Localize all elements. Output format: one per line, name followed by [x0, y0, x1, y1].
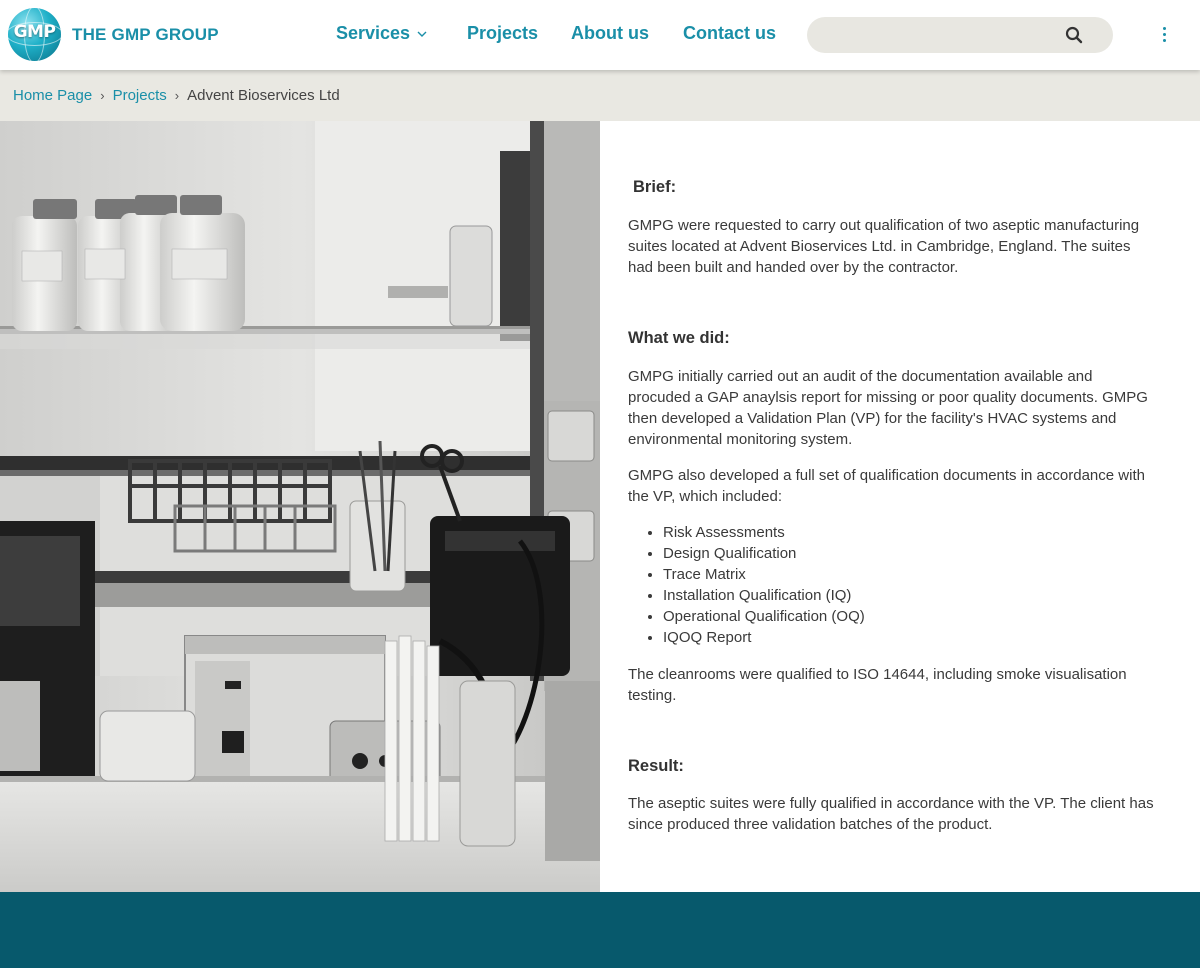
search-input[interactable] — [823, 17, 1063, 53]
chevron-right-icon: › — [174, 88, 180, 103]
list-item: Trace Matrix — [663, 564, 1163, 585]
breadcrumb-current: Advent Bioservices Ltd — [187, 87, 340, 104]
list-item: IQOQ Report — [663, 627, 1163, 648]
result-text: The aseptic suites were fully qualified … — [628, 795, 1154, 833]
result-heading: Result: — [628, 757, 684, 775]
nav-services[interactable]: Services — [336, 23, 428, 44]
breadcrumb-home[interactable]: Home Page — [13, 87, 92, 104]
list-item: Design Qualification — [663, 543, 1163, 564]
brand-name: THE GMP GROUP — [72, 24, 219, 44]
what-we-did-text-3: The cleanrooms were qualified to ISO 146… — [628, 666, 1127, 704]
home-logo-link[interactable]: GMP THE GMP GROUP — [8, 8, 219, 61]
list-item: Operational Qualification (OQ) — [663, 606, 1163, 627]
what-we-did-text-1: GMPG initially carried out an audit of t… — [628, 368, 1148, 448]
nav-projects[interactable]: Projects — [467, 23, 538, 44]
nav-about[interactable]: About us — [571, 23, 649, 44]
chevron-right-icon: › — [100, 88, 105, 103]
what-we-did-heading: What we did: — [628, 329, 730, 347]
breadcrumb-projects[interactable]: Projects — [113, 87, 167, 104]
site-header: GMP THE GMP GROUP Services Projects Abou… — [0, 0, 1200, 70]
search-box — [807, 17, 1113, 53]
what-we-did-text-2: GMPG also developed a full set of qualif… — [628, 467, 1145, 505]
list-item: Risk Assessments — [663, 522, 1163, 543]
laboratory-photo-image — [0, 121, 600, 892]
deliverables-list: Risk Assessments Design Qualification Tr… — [663, 522, 1163, 648]
project-photo — [0, 121, 600, 892]
brief-heading: Brief: — [633, 178, 677, 196]
vertical-dots-icon[interactable] — [1156, 24, 1172, 46]
chevron-down-icon — [417, 31, 427, 37]
nav-services-label: Services — [336, 23, 411, 43]
logo-mark-text: GMP — [13, 22, 56, 42]
search-icon[interactable] — [1065, 26, 1083, 44]
breadcrumb: Home Page › Projects › Advent Bioservice… — [0, 70, 1200, 121]
brief-text: GMPG were requested to carry out qualifi… — [628, 217, 1140, 276]
site-footer — [0, 892, 1200, 968]
list-item: Installation Qualification (IQ) — [663, 585, 1163, 606]
nav-contact[interactable]: Contact us — [683, 23, 776, 44]
globe-logo-icon: GMP — [8, 8, 61, 61]
